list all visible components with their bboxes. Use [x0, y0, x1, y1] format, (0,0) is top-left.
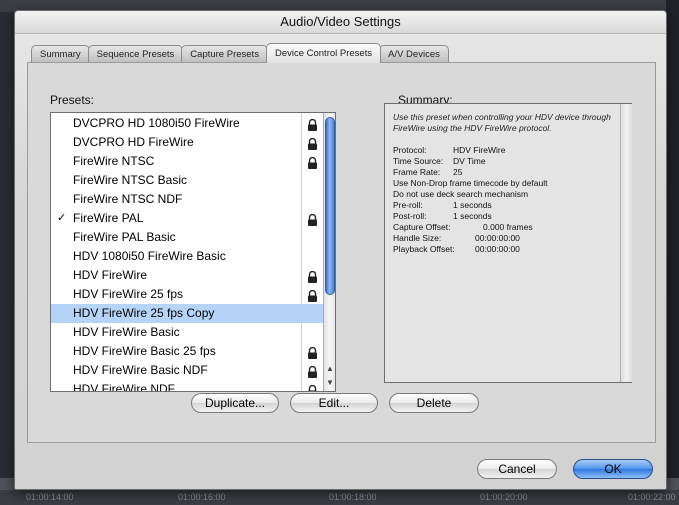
lock-icon: [307, 213, 318, 226]
summary-field-key: Playback Offset:: [393, 244, 455, 254]
summary-field-value: 0.000 frames: [483, 222, 533, 232]
summary-field: Time Source: DV Time: [393, 156, 486, 167]
presets-scrollbar[interactable]: ▲ ▼: [323, 113, 335, 391]
summary-field: Playback Offset: 00:00:00:00: [393, 244, 520, 255]
summary-field-value: 00:00:00:00: [475, 244, 520, 254]
preset-row[interactable]: HDV FireWire: [51, 266, 323, 285]
edit-button[interactable]: Edit...: [290, 393, 378, 413]
summary-field-key: Use Non-Drop frame timecode by default: [393, 178, 548, 188]
summary-field-key: Handle Size:: [393, 233, 442, 243]
summary-field: Capture Offset: 0.000 frames: [393, 222, 533, 233]
checkmark-icon: ✓: [57, 212, 67, 224]
summary-field-key: Protocol:: [393, 145, 427, 155]
summary-field: Handle Size: 00:00:00:00: [393, 233, 520, 244]
preset-name: DVCPRO HD FireWire: [73, 135, 194, 149]
background-app-edge: [666, 0, 679, 505]
timeline-tick: 01:00:20:00: [480, 492, 528, 502]
preset-name: HDV FireWire 25 fps: [73, 287, 184, 301]
lock-icon: [307, 346, 318, 359]
lock-icon: [307, 156, 318, 169]
tab-summary[interactable]: Summary: [31, 45, 90, 63]
preset-row[interactable]: HDV FireWire NDF: [51, 380, 323, 392]
window-title[interactable]: Audio/Video Settings: [15, 11, 666, 34]
preset-row[interactable]: HDV 1080i50 FireWire Basic: [51, 247, 323, 266]
preset-name: HDV FireWire Basic: [73, 325, 180, 339]
summary-field-key: Pre-roll:: [393, 200, 423, 210]
summary-field-key: Do not use deck search mechanism: [393, 189, 529, 199]
summary-field-value: DV Time: [453, 156, 486, 166]
scroll-down-arrow-icon[interactable]: ▼: [325, 377, 335, 389]
preset-row[interactable]: FireWire NTSC: [51, 152, 323, 171]
preset-name: HDV FireWire NDF: [73, 382, 175, 392]
preset-row[interactable]: FireWire NTSC NDF: [51, 190, 323, 209]
lock-icon: [307, 270, 318, 283]
summary-field: Pre-roll: 1 seconds: [393, 200, 492, 211]
summary-field-key: Capture Offset:: [393, 222, 451, 232]
preset-name: HDV 1080i50 FireWire Basic: [73, 249, 226, 263]
preset-row[interactable]: FireWire NTSC Basic: [51, 171, 323, 190]
preset-name: HDV FireWire Basic 25 fps: [73, 344, 216, 358]
summary-description: Use this preset when controlling your HD…: [393, 112, 611, 133]
presets-list[interactable]: DVCPRO HD 1080i50 FireWire DVCPRO HD Fire…: [50, 112, 336, 392]
summary-field-key: Frame Rate:: [393, 167, 441, 177]
summary-field-key: Time Source:: [393, 156, 444, 166]
tab-bar: Summary Sequence Presets Capture Presets…: [31, 43, 449, 63]
timeline-ruler: 01:00:14:00 01:00:16:00 01:00:18:00 01:0…: [0, 490, 679, 505]
preset-name: HDV FireWire 25 fps Copy: [73, 306, 215, 320]
preset-name: FireWire PAL: [73, 211, 144, 225]
preset-row[interactable]: DVCPRO HD 1080i50 FireWire: [51, 114, 323, 133]
summary-field-key: Post-roll:: [393, 211, 427, 221]
duplicate-button[interactable]: Duplicate...: [191, 393, 279, 413]
cancel-button[interactable]: Cancel: [477, 459, 557, 479]
lock-icon: [307, 384, 318, 391]
summary-field: Use Non-Drop frame timecode by default: [393, 178, 548, 189]
timeline-tick: 01:00:22:00: [628, 492, 676, 502]
summary-field-value: 1 seconds: [453, 211, 492, 221]
preset-name: FireWire NTSC NDF: [73, 192, 183, 206]
preset-name: HDV FireWire: [73, 268, 147, 282]
preset-name: FireWire PAL Basic: [73, 230, 176, 244]
summary-field-value: 1 seconds: [453, 200, 492, 210]
lock-icon: [307, 137, 318, 150]
ok-button[interactable]: OK: [573, 459, 653, 479]
tab-sequence-presets[interactable]: Sequence Presets: [87, 45, 184, 63]
scroll-up-arrow-icon[interactable]: ▲: [325, 363, 335, 375]
preset-name: FireWire NTSC: [73, 154, 155, 168]
summary-field: Protocol: HDV FireWire: [393, 145, 505, 156]
summary-field-value: HDV FireWire: [453, 145, 506, 155]
preset-row[interactable]: HDV FireWire Basic NDF: [51, 361, 323, 380]
scroll-thumb[interactable]: [325, 117, 335, 295]
preset-row[interactable]: HDV FireWire 25 fps Copy: [51, 304, 323, 323]
delete-button[interactable]: Delete: [389, 393, 479, 413]
summary-field: Frame Rate: 25: [393, 167, 462, 178]
tab-capture-presets[interactable]: Capture Presets: [181, 45, 268, 63]
timeline-tick: 01:00:18:00: [329, 492, 377, 502]
summary-field: Post-roll: 1 seconds: [393, 211, 492, 222]
presets-label: Presets:: [50, 93, 95, 107]
preset-row[interactable]: HDV FireWire Basic: [51, 323, 323, 342]
timeline-tick: 01:00:14:00: [26, 492, 74, 502]
summary-field-value: 00:00:00:00: [475, 233, 520, 243]
preset-name: HDV FireWire Basic NDF: [73, 363, 208, 377]
lock-icon: [307, 118, 318, 131]
tab-device-control-presets[interactable]: Device Control Presets: [265, 43, 382, 63]
preset-name: DVCPRO HD 1080i50 FireWire: [73, 116, 240, 130]
preset-row[interactable]: ✓ FireWire PAL: [51, 209, 323, 228]
summary-field-value: 25: [453, 167, 463, 177]
audio-video-settings-dialog: Audio/Video Settings Summary Sequence Pr…: [14, 10, 667, 490]
lock-icon: [307, 365, 318, 378]
summary-pane: Use this preset when controlling your HD…: [384, 103, 632, 383]
preset-row[interactable]: FireWire PAL Basic: [51, 228, 323, 247]
summary-scrollbar[interactable]: [620, 104, 632, 382]
summary-field: Do not use deck search mechanism: [393, 189, 528, 200]
preset-row[interactable]: HDV FireWire Basic 25 fps: [51, 342, 323, 361]
preset-row[interactable]: DVCPRO HD FireWire: [51, 133, 323, 152]
tab-av-devices[interactable]: A/V Devices: [379, 45, 449, 63]
lock-icon: [307, 289, 318, 302]
preset-row[interactable]: HDV FireWire 25 fps: [51, 285, 323, 304]
timeline-tick: 01:00:16:00: [178, 492, 226, 502]
preset-name: FireWire NTSC Basic: [73, 173, 188, 187]
